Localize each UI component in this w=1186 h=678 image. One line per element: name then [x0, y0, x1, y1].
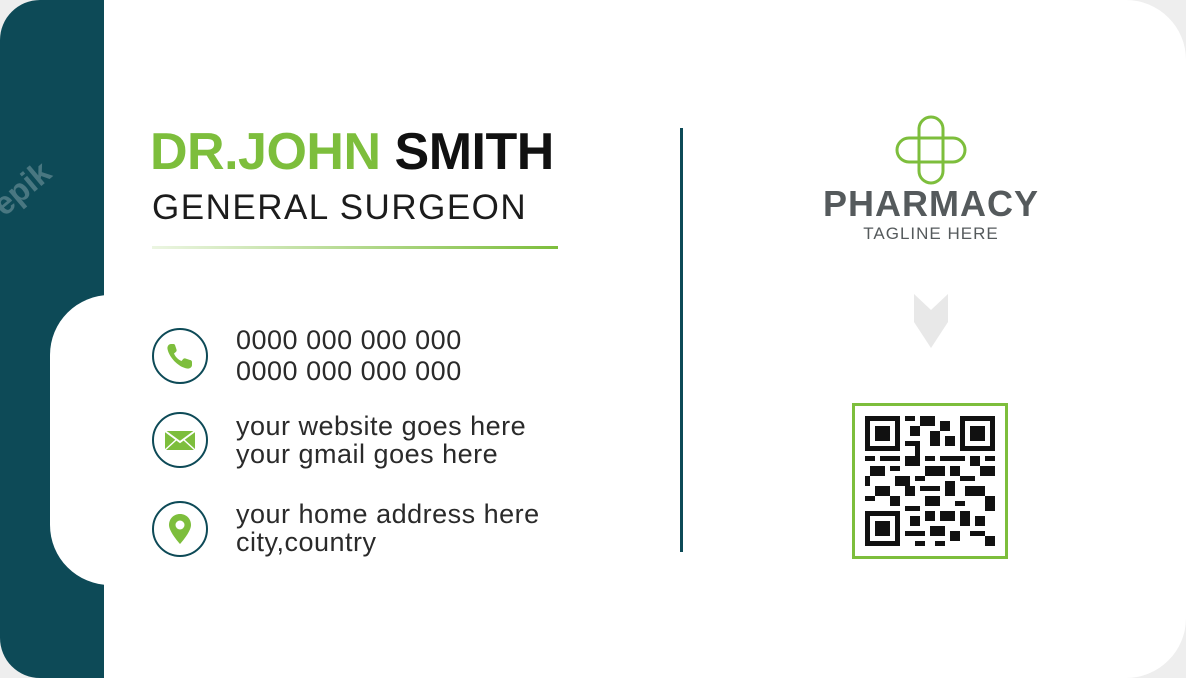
- medical-cross-icon: [895, 115, 967, 185]
- phone-number-2: 0000 000 000 000: [236, 356, 462, 386]
- doctor-last-name: SMITH: [394, 123, 555, 181]
- email-text: your gmail goes here: [236, 439, 499, 469]
- doctor-title: GENERAL SURGEON: [152, 188, 528, 227]
- business-card: epik DR.JOHN SMITH GENERAL SURGEON 0000 0…: [0, 0, 1186, 678]
- city-text: city,country: [236, 527, 377, 557]
- website-text: your website goes here: [236, 411, 527, 441]
- doctor-first-name: DR.JOHN: [150, 123, 381, 181]
- name-underline: [152, 246, 558, 249]
- brand-tagline: TAGLINE HERE: [863, 224, 999, 243]
- vertical-divider: [680, 128, 683, 552]
- envelope-icon: [152, 412, 208, 468]
- address-text: your home address here: [236, 499, 540, 529]
- phone-icon: [152, 328, 208, 384]
- qr-code: [852, 403, 1008, 559]
- phone-number-1: 0000 000 000 000: [236, 325, 462, 355]
- decorative-chevron: [914, 294, 948, 348]
- location-pin-icon: [152, 501, 208, 557]
- brand-name: PHARMACY: [822, 183, 1039, 224]
- doctor-name: DR.JOHN SMITH: [150, 122, 554, 182]
